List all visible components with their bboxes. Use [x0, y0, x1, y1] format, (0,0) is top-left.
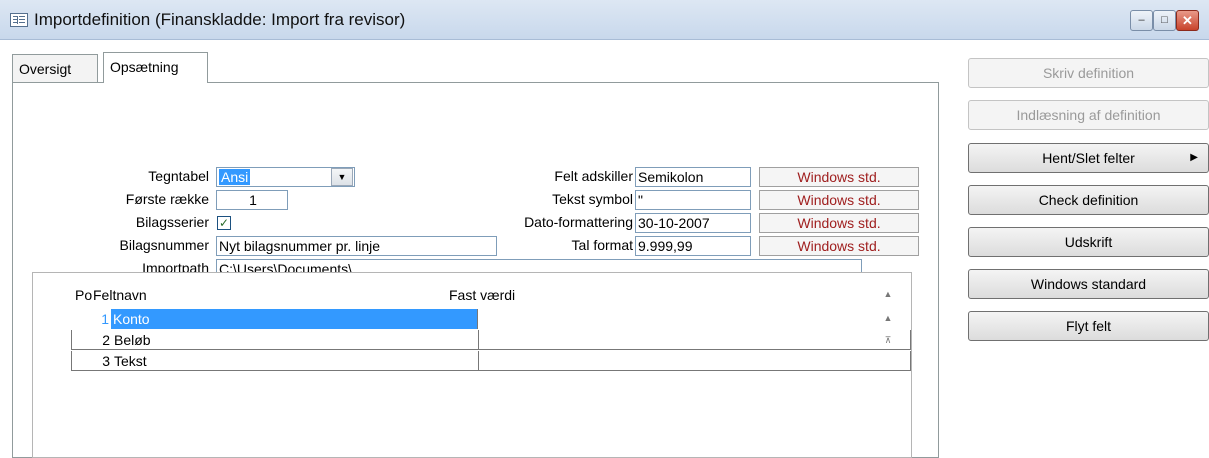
skriv-definition-button[interactable]: Skriv definition	[968, 58, 1209, 88]
tegntabel-value: Ansi	[219, 169, 251, 185]
windows-std-button[interactable]: Windows std.	[759, 213, 919, 233]
tab-oversigt[interactable]: Oversigt	[12, 54, 98, 82]
hent-slet-felter-label: Hent/Slet felter	[1042, 150, 1135, 166]
tegntabel-label: Tegntabel	[148, 168, 209, 184]
tab-opsaetning[interactable]: Opsætning	[103, 52, 208, 83]
check-definition-button[interactable]: Check definition	[968, 185, 1209, 215]
grid-cell-po: 2	[102, 332, 110, 348]
flyt-felt-button[interactable]: Flyt felt	[968, 311, 1209, 341]
grid-header-fast-vaerdi: Fast værdi	[449, 287, 516, 303]
bilagsserier-checkbox[interactable]: ✓	[217, 216, 231, 230]
grid-cell-feltnavn[interactable]: Konto	[111, 309, 476, 329]
scroll-top-icon[interactable]: ▲	[881, 289, 895, 299]
dato-formattering-label: Dato-formattering	[524, 214, 633, 230]
forste-raekke-label: Første række	[125, 191, 209, 207]
chevron-down-icon[interactable]: ▼	[331, 168, 353, 186]
title-bar: Importdefinition (Finanskladde: Import f…	[0, 0, 1209, 40]
tekst-symbol-label: Tekst symbol	[552, 191, 633, 207]
close-button[interactable]: ✕	[1176, 10, 1199, 31]
windows-std-button[interactable]: Windows std.	[759, 167, 919, 187]
tal-format-field[interactable]: 9.999,99	[635, 236, 751, 256]
bilagsnummer-label: Bilagsnummer	[119, 237, 209, 253]
grid-cell-fast-vaerdi[interactable]	[478, 351, 912, 371]
windows-std-button[interactable]: Windows std.	[759, 190, 919, 210]
maximize-button[interactable]: □	[1153, 10, 1176, 31]
grid-cell-fast-vaerdi[interactable]	[478, 330, 912, 350]
bilagsnummer-select[interactable]: Nyt bilagsnummer pr. linje	[216, 236, 497, 256]
tal-format-label: Tal format	[571, 237, 633, 253]
felt-adskiller-label: Felt adskiller	[554, 168, 633, 184]
window-title: Importdefinition (Finanskladde: Import f…	[34, 10, 406, 29]
forste-raekke-field[interactable]: 1	[216, 190, 288, 210]
grid-cell-po: 3	[102, 353, 110, 369]
grid-header-feltnavn: Feltnavn	[93, 287, 147, 303]
dato-formattering-field[interactable]: 30-10-2007	[635, 213, 751, 233]
indlaesning-definition-button[interactable]: Indlæsning af definition	[968, 100, 1209, 130]
udskrift-button[interactable]: Udskrift	[968, 227, 1209, 257]
grid-header-po: Po	[75, 287, 93, 303]
table-row[interactable]: 2 Beløb	[71, 330, 911, 350]
grid-cell-feltnavn[interactable]: Beløb	[112, 330, 477, 350]
windows-standard-button[interactable]: Windows standard	[968, 269, 1209, 299]
table-row[interactable]: 3 Tekst	[71, 351, 911, 371]
windows-std-button[interactable]: Windows std.	[759, 236, 919, 256]
window-form-icon	[10, 13, 28, 27]
grid-cell-fast-vaerdi[interactable]	[477, 309, 911, 329]
grid-header: Po Feltnavn Fast værdi	[33, 273, 911, 309]
client-area: Oversigt Opsætning Tegntabel Ansi ▼ Førs…	[10, 52, 1209, 458]
import-definition-window: Importdefinition (Finanskladde: Import f…	[0, 0, 1209, 458]
hent-slet-felter-button[interactable]: Hent/Slet felter ▶	[968, 143, 1209, 173]
field-grid[interactable]: Po Feltnavn Fast værdi 1 Konto 2 Beløb 3…	[32, 272, 912, 458]
felt-adskiller-field[interactable]: Semikolon	[635, 167, 751, 187]
window-controls: – □ ✕	[1130, 10, 1199, 32]
scroll-first-icon[interactable]: ⊼	[881, 335, 895, 346]
table-row[interactable]: 1 Konto	[71, 309, 911, 329]
minimize-button[interactable]: –	[1130, 10, 1153, 31]
scroll-up-icon[interactable]: ▲	[881, 313, 895, 323]
tekst-symbol-field[interactable]: "	[635, 190, 751, 210]
grid-cell-feltnavn[interactable]: Tekst	[112, 351, 477, 371]
bilagsserier-label: Bilagsserier	[135, 214, 209, 230]
submenu-arrow-icon: ▶	[1190, 152, 1198, 163]
grid-cell-po: 1	[71, 309, 111, 329]
